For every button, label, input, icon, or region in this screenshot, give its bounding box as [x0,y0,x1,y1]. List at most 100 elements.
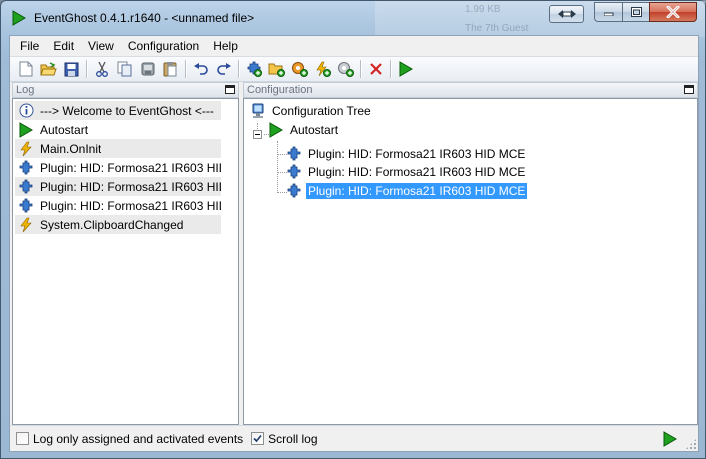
collapse-autostart-toggle[interactable] [253,130,262,139]
event-icon [18,217,34,233]
save-button[interactable] [60,58,83,80]
scroll-log-option[interactable]: Scroll log [251,432,325,446]
scroll-log-checkbox[interactable] [251,432,265,445]
copy-icon [117,61,131,77]
add-action-button[interactable] [334,58,357,80]
log-row[interactable]: System.ClipboardChanged [15,215,221,234]
undo-icon [193,63,208,75]
info-icon [18,103,34,119]
new-file-icon [19,61,32,77]
scroll-log-label: Scroll log [268,431,318,446]
menu-edit[interactable]: Edit [46,36,81,56]
cut-button[interactable] [90,58,113,80]
add-event-button[interactable] [311,58,334,80]
log-row-text: Plugin: HID: Formosa21 IR603 HID MCE [40,179,221,194]
tree-node-plugin[interactable]: Plugin: HID: Formosa21 IR603 HID MCE [286,145,527,163]
maximize-pane-icon[interactable] [684,85,694,94]
maximize-button[interactable] [622,2,649,22]
log-only-assigned-option[interactable]: Log only assigned and activated events [16,432,251,446]
add-plugin-icon [247,61,262,77]
log-row[interactable]: Plugin: HID: Formosa21 IR603 HID MCE [15,158,221,177]
tree-root-node[interactable]: Configuration Tree [250,102,373,120]
log-pane-header[interactable]: Log [12,82,239,98]
menu-view[interactable]: View [81,36,121,56]
delete-button[interactable] [364,58,387,80]
plugin-icon [286,164,302,180]
tree-node-label: Plugin: HID: Formosa21 IR603 HID MCE [308,147,526,161]
maximize-pane-icon[interactable] [225,85,235,94]
log-row[interactable]: Plugin: HID: Formosa21 IR603 HID MCE [15,196,221,215]
configuration-pane-header[interactable]: Configuration [243,82,698,98]
tree-node-plugin-selected[interactable]: Plugin: HID: Formosa21 IR603 HID MCE [286,182,528,200]
title-bar[interactable]: EventGhost 0.4.1.r1640 - <unnamed file> [1,1,705,35]
menu-bar: File Edit View Configuration Help [10,36,698,56]
tree-node-autostart[interactable]: Autostart [268,121,340,139]
status-bar: Log only assigned and activated events S… [10,425,698,451]
log-row[interactable]: Autostart [15,120,221,139]
log-row[interactable]: Plugin: HID: Formosa21 IR603 HID MCE [15,177,221,196]
toolbar [10,56,698,82]
tree-node-label: Plugin: HID: Formosa21 IR603 HID MCE [308,165,526,179]
event-icon [18,141,34,157]
menu-help[interactable]: Help [206,36,245,56]
log-row-text: ---> Welcome to EventGhost <--- [40,103,214,118]
log-pane-title: Log [16,84,35,96]
tree-node-label: Autostart [290,123,339,137]
paste-button[interactable] [159,58,182,80]
log-row[interactable]: ---> Welcome to EventGhost <--- [15,101,221,120]
arrows-horizontal-icon [557,10,576,18]
add-macro-icon [292,62,308,77]
tree-node-plugin[interactable]: Plugin: HID: Formosa21 IR603 HID MCE [286,163,527,181]
plugin-icon [18,160,34,176]
add-event-icon [316,61,331,77]
plugin-icon [18,179,34,195]
log-list[interactable]: ---> Welcome to EventGhost <--- Autostar… [12,98,239,425]
close-icon [666,6,680,18]
undo-button[interactable] [189,58,212,80]
window-title: EventGhost 0.4.1.r1640 - <unnamed file> [34,11,255,25]
add-folder-button[interactable] [265,58,288,80]
save-icon [64,62,79,76]
configuration-tree[interactable]: Configuration Tree Autostart Plugin: HID… [243,98,698,425]
minimize-button[interactable] [594,2,622,22]
toolbar-separator [86,60,87,78]
play-icon [18,121,34,138]
log-only-assigned-checkbox[interactable] [16,432,29,445]
configuration-tree-icon [250,103,266,119]
window-layout-button[interactable] [549,5,584,23]
log-row-text: Autostart [40,122,89,137]
add-macro-button[interactable] [288,58,311,80]
copy-button[interactable] [113,58,136,80]
log-row[interactable]: Main.OnInit [15,139,221,158]
minimize-icon [603,12,613,16]
checkmark-icon [253,434,262,443]
resize-grip[interactable] [685,438,697,450]
eventghost-window: 1.99 KB The 7th Guest EventGhost 0.4.1.r… [0,0,706,459]
execute-status-icon[interactable] [662,431,678,447]
execute-icon [399,61,413,77]
toolbar-separator [238,60,239,78]
redo-button[interactable] [212,58,235,80]
execute-button[interactable] [394,58,417,80]
python-icon [141,62,154,76]
log-only-assigned-label: Log only assigned and activated events [33,431,244,446]
menu-configuration[interactable]: Configuration [121,36,206,56]
redo-icon [216,63,231,75]
close-button[interactable] [649,2,697,22]
menu-file[interactable]: File [10,36,46,56]
plugin-icon [18,198,34,214]
python-button[interactable] [136,58,159,80]
add-folder-icon [268,63,285,77]
plugin-icon [286,183,302,199]
log-row-text: Plugin: HID: Formosa21 IR603 HID MCE [40,160,221,175]
log-pane: Log ---> Welcome to EventGhost <--- Auto… [12,82,239,425]
tree-root-label: Configuration Tree [272,104,371,118]
add-plugin-button[interactable] [242,58,265,80]
client-area: File Edit View Configuration Help Log --… [9,35,699,452]
delete-icon [369,63,382,75]
open-button[interactable] [37,58,60,80]
toolbar-separator [185,60,186,78]
play-icon [268,122,284,138]
new-button[interactable] [14,58,37,80]
plugin-icon [286,146,302,162]
